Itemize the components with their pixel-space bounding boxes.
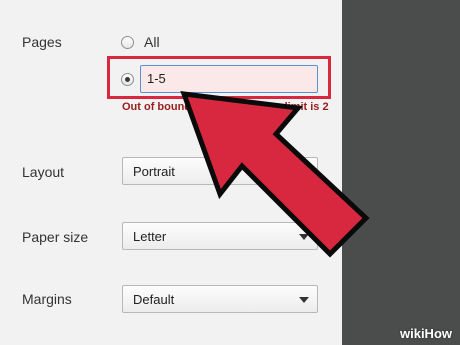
margins-label: Margins xyxy=(22,291,72,307)
paper-size-select-value: Letter xyxy=(133,229,167,244)
layout-select-value: Portrait xyxy=(133,164,175,179)
pointer-arrow-icon xyxy=(180,91,370,258)
radio-all-label: All xyxy=(144,34,160,50)
layout-label: Layout xyxy=(22,164,65,180)
radio-page-range[interactable] xyxy=(121,73,134,86)
pages-label: Pages xyxy=(22,34,62,50)
paper-size-label: Paper size xyxy=(22,229,89,245)
radio-all-pages[interactable] xyxy=(121,36,134,49)
dropdown-caret-icon xyxy=(299,297,309,303)
wikihow-watermark: wikiHow xyxy=(399,326,452,341)
margins-select-value: Default xyxy=(133,292,175,307)
margins-select[interactable]: Default xyxy=(122,285,318,313)
pages-range-input[interactable]: 1-5 xyxy=(140,65,318,93)
